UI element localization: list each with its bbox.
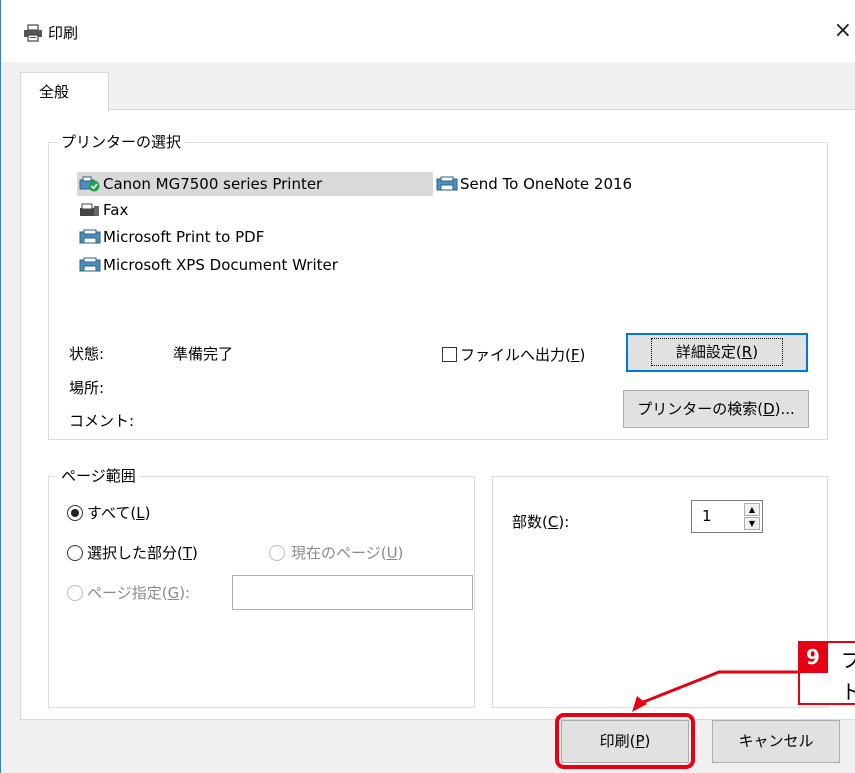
annotation-arrow xyxy=(632,670,798,712)
tab-general[interactable]: 全般 xyxy=(20,72,109,112)
tab-general-label: 全般 xyxy=(39,83,70,101)
print-dialog: 印刷 × 全般 プリンターの選択 Canon MG7500 series Pri… xyxy=(0,0,855,773)
